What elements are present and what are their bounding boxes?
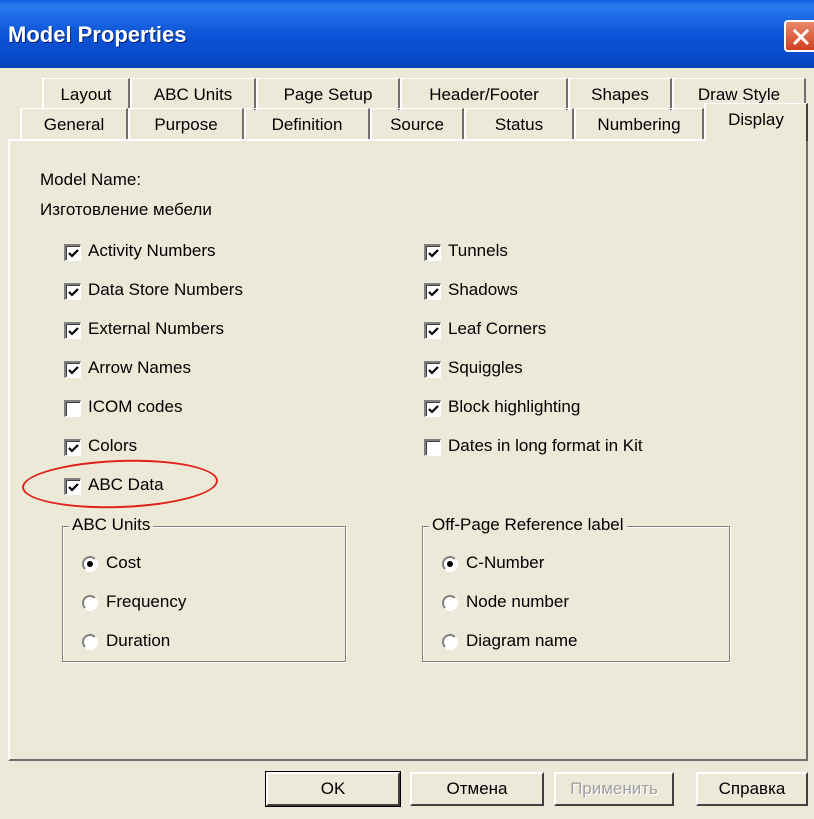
radio-frequency[interactable] — [82, 595, 98, 611]
cancel-label: Отмена — [446, 779, 508, 798]
checkbox-data-store-numbers[interactable] — [64, 283, 81, 300]
checkbox-tunnels[interactable] — [424, 244, 441, 261]
radio-label: Diagram name — [466, 631, 578, 650]
tab-header-footer[interactable]: Header/Footer — [400, 78, 568, 110]
tab-label: Shapes — [591, 85, 649, 104]
checkbox-squiggles[interactable] — [424, 361, 441, 378]
checkbox-colors[interactable] — [64, 439, 81, 456]
checkbox-label: Arrow Names — [88, 358, 191, 377]
checkmark-icon — [68, 444, 79, 453]
tab-general[interactable]: General — [20, 108, 128, 139]
off-page-group-title: Off-Page Reference label — [429, 515, 627, 535]
radio-label: Node number — [466, 592, 570, 611]
checkbox-label: Leaf Corners — [448, 319, 547, 338]
tab-label: Page Setup — [283, 85, 373, 104]
window-title: Model Properties — [8, 22, 187, 47]
apply-button[interactable]: Применить — [554, 772, 674, 806]
cancel-button[interactable]: Отмена — [410, 772, 544, 806]
checkbox-label: Activity Numbers — [88, 241, 216, 260]
checkmark-icon — [68, 249, 79, 258]
radio-node-number[interactable] — [442, 595, 458, 611]
checkmark-icon — [68, 327, 79, 336]
tab-shapes[interactable]: Shapes — [568, 78, 672, 110]
checkmark-icon — [68, 366, 79, 375]
checkmark-icon — [428, 366, 439, 375]
help-label: Справка — [718, 779, 786, 798]
tab-definition[interactable]: Definition — [244, 108, 370, 139]
ok-label: OK — [320, 779, 346, 798]
tab-layout[interactable]: Layout — [42, 78, 130, 110]
tab-label: Display — [728, 110, 784, 129]
tab-label: Header/Footer — [429, 85, 539, 104]
tab-purpose[interactable]: Purpose — [128, 108, 244, 139]
tab-label: Layout — [60, 85, 112, 104]
checkmark-icon — [428, 405, 439, 414]
help-button[interactable]: Справка — [696, 772, 808, 806]
tab-page-setup[interactable]: Page Setup — [256, 78, 400, 110]
radio-label: Duration — [106, 631, 171, 650]
checkbox-label: ICOM codes — [88, 397, 183, 416]
checkbox-leaf-corners[interactable] — [424, 322, 441, 339]
checkbox-external-numbers[interactable] — [64, 322, 81, 339]
radio-cost[interactable] — [82, 556, 98, 572]
checkbox-label: Shadows — [448, 280, 518, 299]
radio-diagram-name[interactable] — [442, 634, 458, 650]
close-icon — [792, 28, 810, 46]
tab-display[interactable]: Display — [704, 103, 808, 141]
abc-units-group: ABC Units — [62, 515, 346, 662]
ok-button[interactable]: OK — [265, 771, 401, 807]
checkbox-dates-in-long-format-in-kit[interactable] — [424, 439, 441, 456]
tab-label: Definition — [271, 115, 343, 134]
checkmark-icon — [68, 288, 79, 297]
radio-label: C-Number — [466, 553, 545, 572]
radio-label: Frequency — [106, 592, 187, 611]
tab-label: Purpose — [154, 115, 218, 134]
checkbox-label: Colors — [88, 436, 138, 455]
checkbox-icom-codes[interactable] — [64, 400, 81, 417]
checkmark-icon — [428, 327, 439, 336]
tab-source[interactable]: Source — [370, 108, 464, 139]
tab-label: Numbering — [597, 115, 681, 134]
radio-c-number[interactable] — [442, 556, 458, 572]
tab-label: ABC Units — [153, 85, 233, 104]
checkbox-label: Data Store Numbers — [88, 280, 243, 299]
checkbox-label: Tunnels — [448, 241, 508, 260]
tab-label: Source — [390, 115, 444, 134]
checkbox-label: External Numbers — [88, 319, 225, 338]
radio-selected-dot — [87, 561, 93, 567]
model-name-label: Model Name: — [40, 170, 142, 189]
checkbox-label: Squiggles — [448, 358, 523, 377]
tab-abc-units[interactable]: ABC Units — [130, 78, 256, 110]
tab-label: Status — [494, 115, 544, 134]
checkmark-icon — [428, 249, 439, 258]
title-bar[interactable]: Model Properties — [0, 0, 814, 68]
radio-duration[interactable] — [82, 634, 98, 650]
tab-status[interactable]: Status — [464, 108, 574, 139]
tab-label: General — [43, 115, 105, 134]
checkbox-activity-numbers[interactable] — [64, 244, 81, 261]
radio-selected-dot — [447, 561, 453, 567]
checkmark-icon — [428, 288, 439, 297]
apply-label: Применить — [570, 779, 658, 798]
radio-label: Cost — [106, 553, 141, 572]
checkbox-label: Dates in long format in Kit — [448, 436, 643, 455]
checkbox-block-highlighting[interactable] — [424, 400, 441, 417]
checkbox-shadows[interactable] — [424, 283, 441, 300]
close-button[interactable] — [784, 20, 814, 52]
tab-numbering[interactable]: Numbering — [574, 108, 704, 139]
model-name-value: Изготовление мебели — [40, 200, 212, 219]
tab-label: Draw Style — [697, 85, 781, 104]
abc-units-group-title: ABC Units — [69, 515, 154, 535]
checkbox-arrow-names[interactable] — [64, 361, 81, 378]
checkbox-label: Block highlighting — [448, 397, 581, 416]
